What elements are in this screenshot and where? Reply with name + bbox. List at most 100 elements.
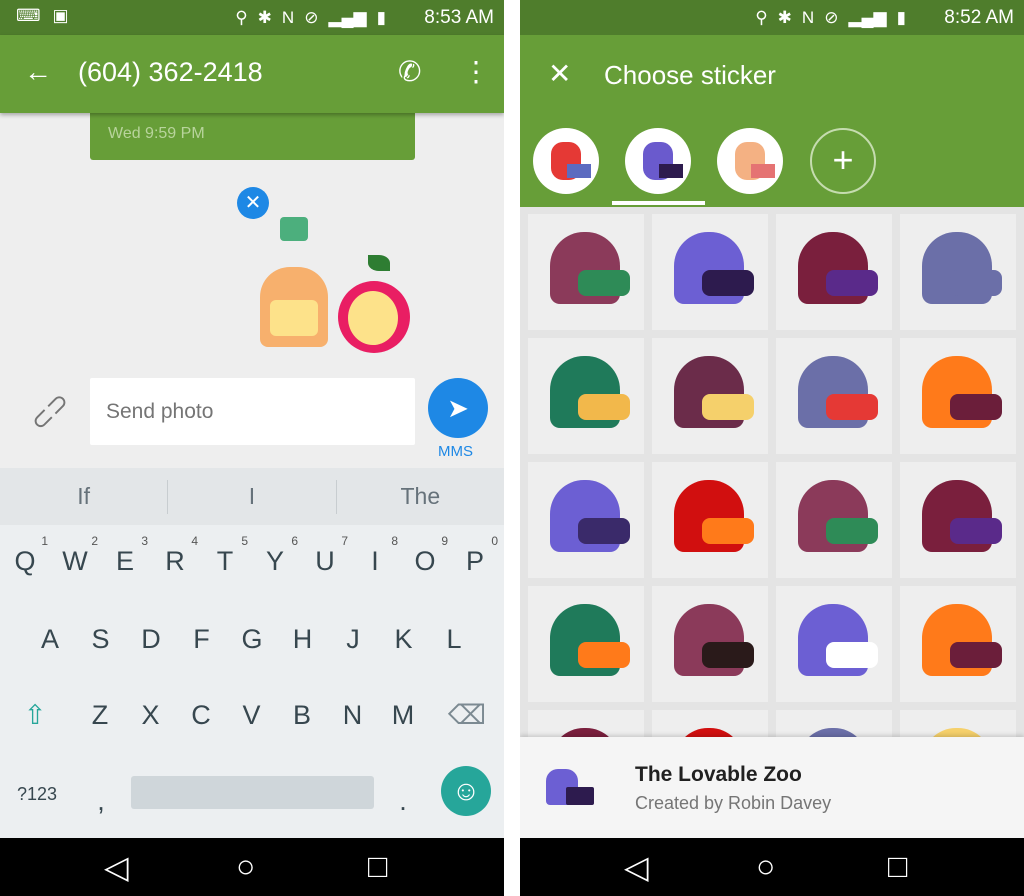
location-icon: ⚲ [755,8,768,27]
emoji-key[interactable]: ☺ [441,766,491,816]
compose-input[interactable]: Send photo [90,378,415,445]
pack-tab-1[interactable] [533,128,599,194]
sticker-detail [826,270,878,296]
space-key[interactable] [131,776,374,809]
sticker-tile[interactable] [528,462,644,578]
key-e[interactable]: E3 [100,534,150,577]
sticker-tile[interactable] [528,586,644,702]
status-bar: ⌨ ▣ ⚲ ✱ N ⊘ ▂▄▆ ▮ 8:53 AM [0,0,504,35]
key-h[interactable]: H [278,624,328,655]
key-a[interactable]: A [25,624,75,655]
remove-sticker-button[interactable]: ✕ [237,187,269,219]
do-not-disturb-icon: ⊘ [304,8,319,27]
key-n[interactable]: N [328,700,378,731]
key-y[interactable]: Y6 [250,534,300,577]
sticker-tile[interactable] [652,214,768,330]
key-c[interactable]: C [176,700,226,731]
message-timestamp: Wed 9:59 PM [108,125,205,142]
key-hint: 4 [191,534,198,548]
sticker-detail [950,642,1002,668]
back-nav-icon[interactable]: ◁ [104,848,129,886]
key-r[interactable]: R4 [150,534,200,577]
pack-info: The Lovable Zoo Created by Robin Davey [520,737,1024,838]
key-label: P [465,546,484,576]
period-key[interactable]: . [378,786,428,817]
sticker-tile[interactable] [528,214,644,330]
sticker-tile[interactable] [652,462,768,578]
image-icon: ▣ [52,6,69,25]
sticker-detail [702,270,754,296]
key-hint: 6 [291,534,298,548]
suggestion[interactable]: If [0,483,167,510]
key-w[interactable]: W2 [50,534,100,577]
sticker-tile[interactable] [776,338,892,454]
key-z[interactable]: Z [75,700,125,731]
bluetooth-icon: ✱ [257,8,272,27]
suggestion-strip: If I The [0,468,504,525]
key-j[interactable]: J [328,624,378,655]
shift-key[interactable]: ⇧ [10,700,60,731]
home-nav-icon[interactable]: ○ [756,848,775,885]
close-icon[interactable]: ✕ [548,57,571,91]
key-v[interactable]: V [227,700,277,731]
key-l[interactable]: L [429,624,479,655]
selected-tab-indicator [612,201,705,205]
back-arrow-icon[interactable]: ← [24,55,52,89]
sticker-tile[interactable] [900,586,1016,702]
sticker-tile[interactable] [900,214,1016,330]
attach-icon[interactable]: ⊂⊃ [23,385,76,438]
pack-tab-lovable-zoo[interactable] [625,128,691,194]
home-nav-icon[interactable]: ○ [236,848,255,885]
back-nav-icon[interactable]: ◁ [624,848,649,886]
symbols-key[interactable]: ?123 [12,784,62,805]
sticker-grid [520,207,1024,826]
key-q[interactable]: Q1 [0,534,50,577]
sticker-tile[interactable] [652,338,768,454]
suggestion[interactable]: The [337,483,504,510]
suggestion[interactable]: I [168,483,335,510]
sticker-tile[interactable] [776,462,892,578]
key-g[interactable]: G [227,624,277,655]
key-u[interactable]: U7 [300,534,350,577]
sticker-detail [702,518,754,544]
key-x[interactable]: X [126,700,176,731]
sticker-tile[interactable] [900,338,1016,454]
key-hint: 5 [241,534,248,548]
nav-bar: ◁ ○ □ [0,838,504,896]
sticker-detail [578,642,630,668]
pack-icon-detail [659,164,683,178]
sticker-tile[interactable] [776,214,892,330]
key-s[interactable]: S [76,624,126,655]
sticker-tile[interactable] [528,338,644,454]
sticker-title: Choose sticker [604,60,776,90]
key-i[interactable]: I8 [350,534,400,577]
sticker-tile[interactable] [776,586,892,702]
key-p[interactable]: P0 [450,534,500,577]
key-d[interactable]: D [126,624,176,655]
bluetooth-icon: ✱ [777,8,792,27]
recents-nav-icon[interactable]: □ [368,848,387,885]
add-pack-button[interactable]: + [810,128,876,194]
recents-nav-icon[interactable]: □ [888,848,907,885]
sticker-detail [950,270,1002,296]
conversation-toolbar: ← (604) 362-2418 ✆ ⋮ [0,35,504,113]
key-t[interactable]: T5 [200,534,250,577]
key-label: W [62,546,88,576]
key-o[interactable]: O9 [400,534,450,577]
key-f[interactable]: F [177,624,227,655]
key-label: Y [265,546,284,576]
pack-icon-detail [751,164,775,178]
comma-key[interactable]: , [76,786,126,817]
compose-placeholder: Send photo [106,400,214,423]
more-options-icon[interactable]: ⋮ [462,55,490,89]
sticker-detail [826,642,878,668]
key-b[interactable]: B [277,700,327,731]
send-button[interactable]: ➤ [428,378,488,438]
backspace-key[interactable]: ⌫ [442,700,492,731]
sticker-tile[interactable] [900,462,1016,578]
sticker-tile[interactable] [652,586,768,702]
phone-icon[interactable]: ✆ [398,55,421,89]
key-k[interactable]: K [379,624,429,655]
pack-tab-toast[interactable] [717,128,783,194]
key-m[interactable]: M [378,700,428,731]
